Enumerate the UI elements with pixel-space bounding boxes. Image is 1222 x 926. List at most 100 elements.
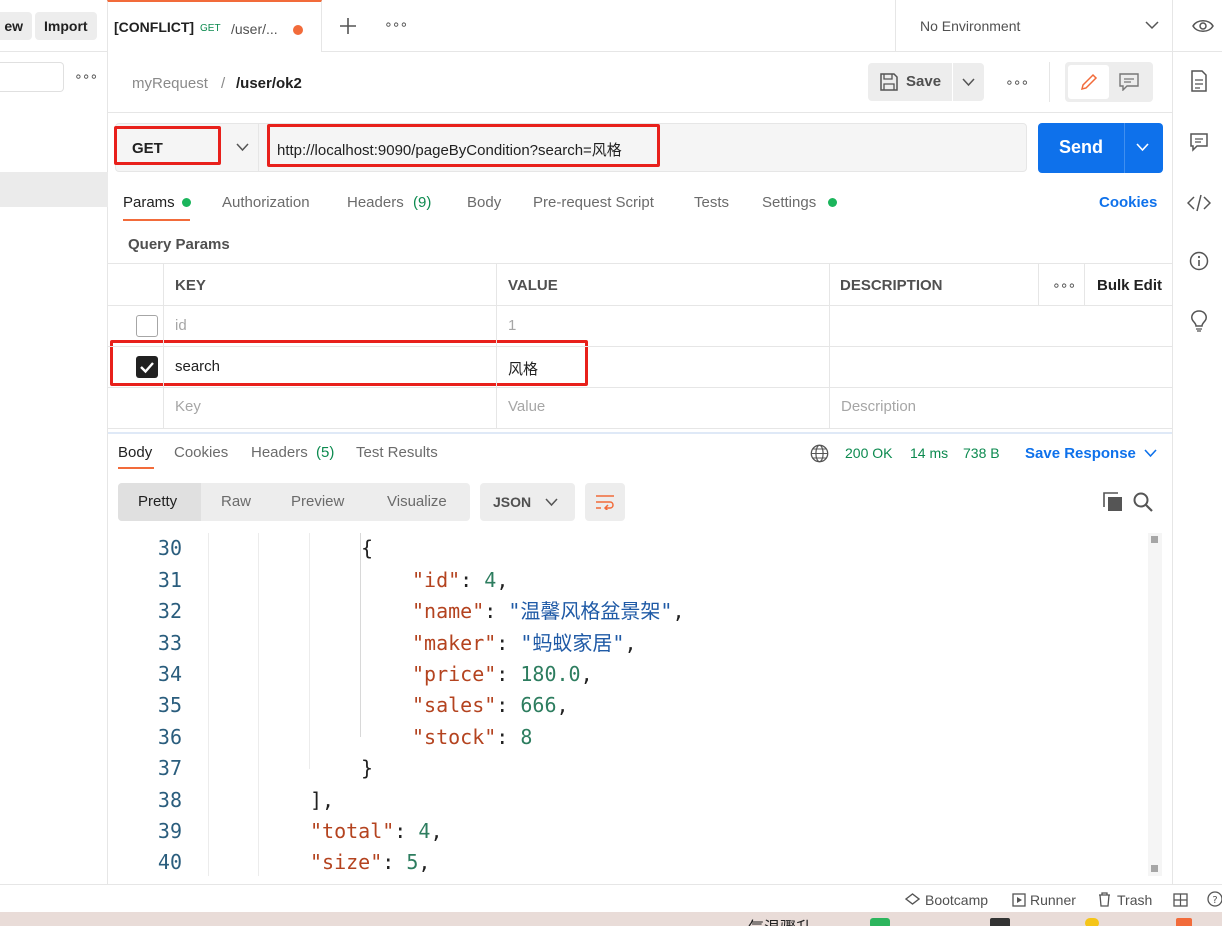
response-size[interactable]: 738 B	[963, 445, 1000, 461]
tab-pre-request-script[interactable]: Pre-request Script	[533, 194, 654, 211]
cookies-link[interactable]: Cookies	[1099, 194, 1157, 211]
environment-select[interactable]: No Environment	[920, 18, 1020, 34]
chevron-down-icon[interactable]	[1144, 449, 1157, 458]
send-label: Send	[1059, 137, 1104, 157]
plus-icon[interactable]	[339, 17, 357, 35]
column-key: KEY	[175, 277, 206, 294]
line-number: 36	[157, 724, 182, 749]
globe-icon[interactable]	[810, 444, 829, 463]
new-value-input[interactable]: Value	[508, 398, 545, 415]
line-number: 38	[157, 787, 182, 812]
code-line: 40 "size": 5,	[118, 847, 1148, 876]
view-visualize-button[interactable]: Visualize	[387, 493, 447, 510]
request-tab[interactable]: [CONFLICT] GET /user/...	[107, 0, 322, 52]
response-tab-underline	[118, 467, 154, 469]
status-bar: Bootcamp Runner Trash ?	[0, 884, 1222, 912]
taskbar-weather[interactable]: 气温骤升	[748, 914, 812, 926]
method-highlight	[114, 126, 221, 165]
view-preview-button[interactable]: Preview	[291, 493, 344, 510]
taskbar-app-icon[interactable]	[870, 918, 890, 926]
url-highlight	[267, 124, 660, 167]
tab-params[interactable]: Params	[123, 194, 175, 211]
tab-headers[interactable]: Headers	[347, 194, 404, 211]
info-icon[interactable]	[1189, 251, 1209, 271]
param-checkbox-id[interactable]	[136, 315, 158, 337]
comment-mode-icon[interactable]	[1119, 73, 1139, 91]
response-tab-cookies[interactable]: Cookies	[174, 444, 228, 461]
check-icon	[140, 362, 154, 374]
breadcrumb-separator: /	[221, 75, 226, 92]
view-raw-button[interactable]: Raw	[221, 493, 251, 510]
trash-button[interactable]: Trash	[1117, 892, 1152, 908]
line-number: 39	[157, 818, 182, 843]
line-number: 34	[157, 661, 182, 686]
help-icon[interactable]: ?	[1207, 891, 1222, 907]
taskbar-app-icon[interactable]	[1085, 918, 1099, 926]
bootcamp-button[interactable]: Bootcamp	[925, 892, 988, 908]
method-chevron-icon[interactable]	[236, 143, 249, 152]
comments-icon[interactable]	[1189, 132, 1209, 152]
documentation-icon[interactable]	[1190, 70, 1208, 92]
param-checkbox-search[interactable]	[136, 356, 158, 378]
copy-icon[interactable]	[1103, 492, 1123, 512]
new-button[interactable]: ew	[0, 12, 32, 40]
tab-tests[interactable]: Tests	[694, 194, 729, 211]
column-value: VALUE	[508, 277, 558, 294]
code-icon[interactable]	[1187, 194, 1211, 212]
request-name[interactable]: /user/ok2	[236, 75, 302, 92]
param-key-search[interactable]: search	[175, 358, 220, 375]
tab-authorization[interactable]: Authorization	[222, 194, 310, 211]
bulk-edit-button[interactable]: Bulk Edit	[1097, 277, 1162, 294]
code-text: "stock": 8	[412, 724, 533, 749]
trash-icon	[1098, 892, 1111, 907]
tab-body[interactable]: Body	[467, 194, 501, 211]
new-description-input[interactable]: Description	[841, 398, 916, 415]
code-text: "price": 180.0,	[412, 661, 593, 686]
table-more-icon[interactable]: ∘∘∘	[1052, 277, 1076, 294]
param-value-id[interactable]: 1	[508, 317, 516, 334]
code-text: }	[361, 756, 374, 781]
request-more-icon[interactable]: ∘∘∘	[1005, 74, 1029, 91]
format-select[interactable]: JSON	[480, 483, 575, 521]
response-tab-headers[interactable]: Headers	[251, 444, 308, 461]
wrap-lines-button[interactable]	[585, 483, 625, 521]
taskbar-app-icon[interactable]	[1176, 918, 1192, 926]
code-text: "sales": 666,	[412, 693, 569, 718]
edit-mode-button[interactable]	[1068, 65, 1109, 99]
response-tab-test-results[interactable]: Test Results	[356, 444, 438, 461]
runner-button[interactable]: Runner	[1030, 892, 1076, 908]
layout-icon[interactable]	[1173, 893, 1188, 907]
more-tabs-icon[interactable]: ∘∘∘	[384, 16, 408, 33]
import-button[interactable]: Import	[35, 12, 97, 40]
search-icon[interactable]	[1133, 492, 1153, 512]
save-button[interactable]: Save	[868, 63, 952, 101]
send-options-icon[interactable]	[1136, 143, 1149, 152]
tab-settings[interactable]: Settings	[762, 194, 816, 211]
sidebar-search-input[interactable]	[0, 62, 64, 92]
code-line: 32 "name": "温馨风格盆景架",	[118, 596, 1148, 627]
response-divider[interactable]	[108, 432, 1172, 434]
param-value-search[interactable]: 风格	[508, 358, 538, 379]
chevron-down-icon	[962, 78, 975, 87]
chevron-down-icon[interactable]	[1145, 20, 1159, 30]
sidebar-more-icon[interactable]: ∘∘∘	[74, 68, 98, 85]
response-status[interactable]: 200 OK	[845, 445, 892, 461]
save-options-button[interactable]	[953, 63, 984, 101]
send-button[interactable]: Send	[1038, 123, 1163, 173]
response-tab-body[interactable]: Body	[118, 444, 152, 461]
view-pretty-button[interactable]: Pretty	[118, 483, 201, 521]
eye-icon[interactable]	[1192, 17, 1214, 35]
lightbulb-icon[interactable]	[1189, 310, 1209, 332]
response-time[interactable]: 14 ms	[910, 445, 948, 461]
code-text: ],	[310, 787, 335, 812]
param-key-id[interactable]: id	[175, 317, 187, 334]
new-key-input[interactable]: Key	[175, 398, 201, 415]
save-response-button[interactable]: Save Response	[1025, 445, 1136, 462]
params-active-dot	[182, 198, 191, 207]
line-number: 31	[157, 567, 182, 592]
tab-method: GET	[200, 23, 221, 34]
sidebar-selected-item[interactable]	[0, 172, 108, 207]
breadcrumb-collection[interactable]: myRequest	[132, 75, 208, 92]
code-scrollbar[interactable]	[1148, 533, 1162, 876]
taskbar-app-icon[interactable]	[990, 918, 1010, 926]
